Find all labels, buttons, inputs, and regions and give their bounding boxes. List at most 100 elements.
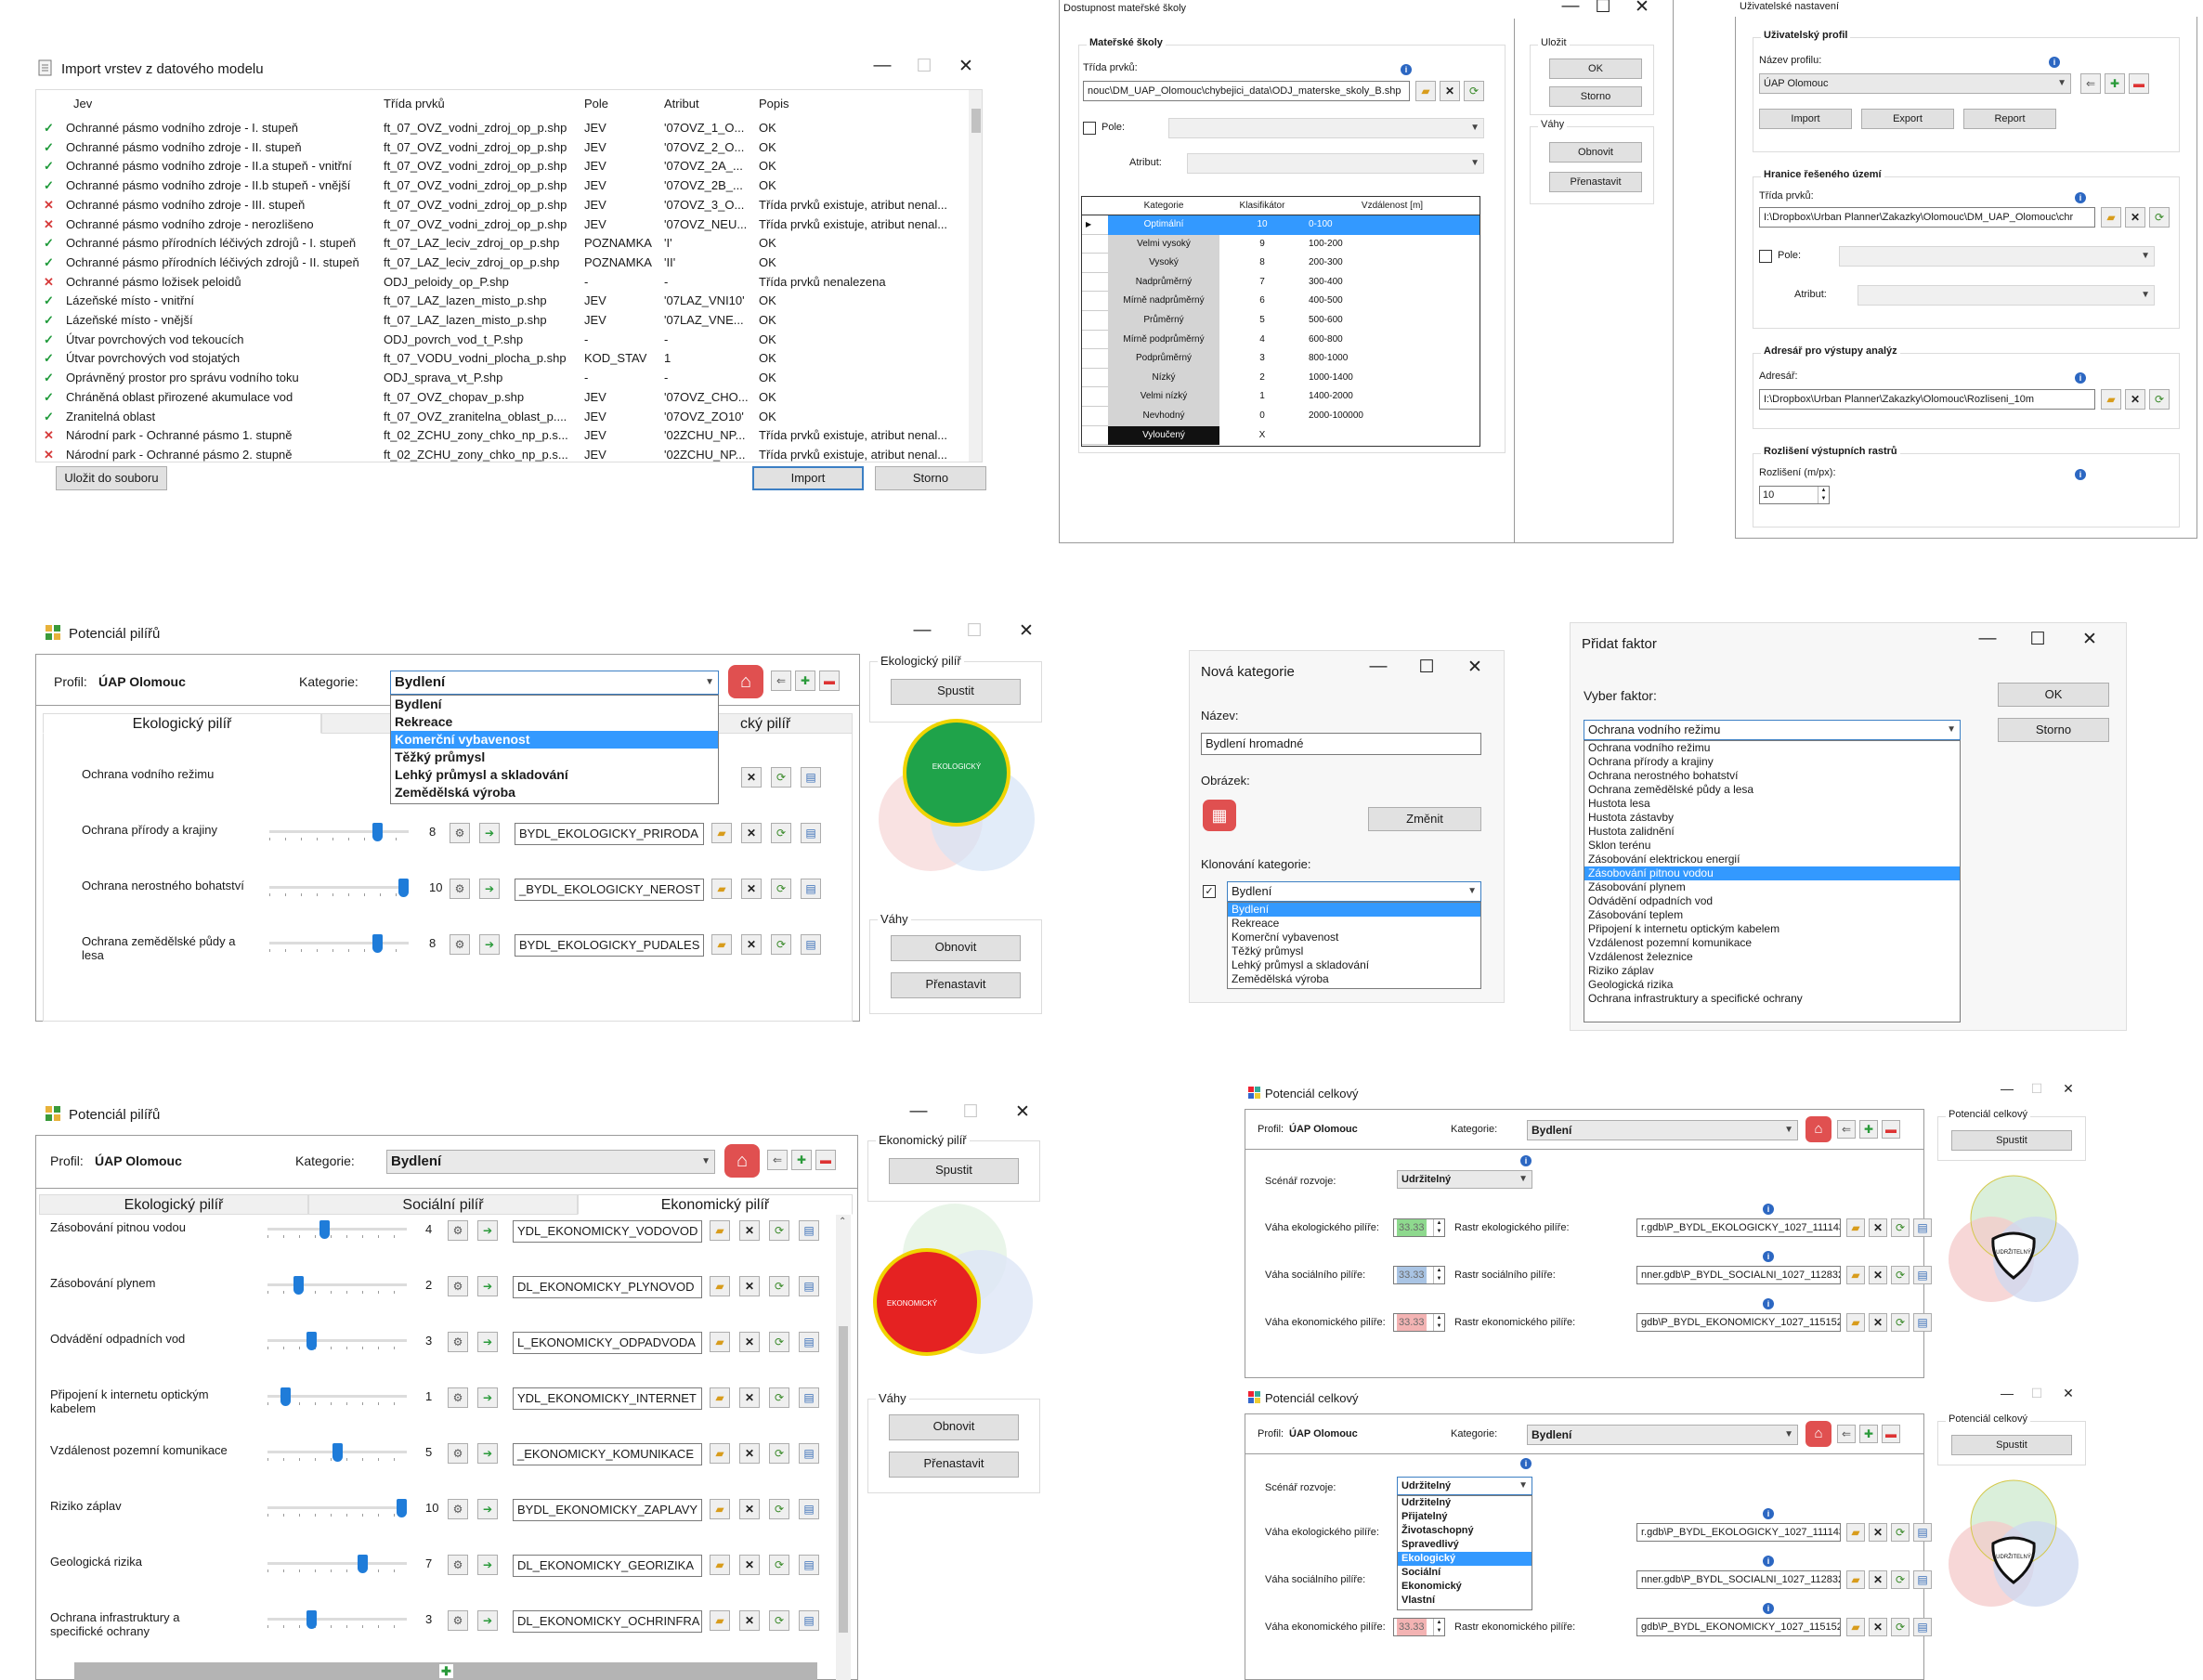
spustit-button[interactable]: Spustit: [1951, 1435, 2072, 1455]
folder-icon[interactable]: ▰: [1846, 1313, 1865, 1332]
minimize-icon[interactable]: —: [868, 56, 896, 76]
remove-icon[interactable]: ▬: [815, 1150, 836, 1170]
dropdown-option[interactable]: Lehký průmysl a skladování: [391, 766, 718, 784]
raster-input[interactable]: _EKONOMICKY_KOMUNIKACE: [513, 1443, 702, 1465]
dropdown-option[interactable]: Ochrana vodního režimu: [1584, 741, 1960, 755]
dropdown-option[interactable]: Sociální: [1398, 1566, 1532, 1580]
minimize-icon[interactable]: —: [1993, 1081, 2021, 1096]
weight-slider[interactable]: [267, 1555, 407, 1573]
dropdown-option[interactable]: Hustota lesa: [1584, 797, 1960, 811]
raster-input[interactable]: BYDL_EKONOMICKY_ZAPLAVY: [513, 1499, 702, 1521]
settings-icon[interactable]: ⚙: [448, 1332, 468, 1352]
raster-input[interactable]: r.gdb\P_BYDL_EKOLOGICKY_1027_111143: [1636, 1523, 1841, 1542]
spustit-button[interactable]: Spustit: [889, 1158, 1019, 1184]
document-icon[interactable]: ▤: [1913, 1523, 1932, 1542]
add-factor-icon[interactable]: ✚: [439, 1664, 453, 1678]
refresh-icon[interactable]: ⟳: [1891, 1523, 1910, 1542]
refresh-icon[interactable]: ⟳: [771, 879, 791, 899]
document-icon[interactable]: ▤: [1913, 1218, 1932, 1237]
spustit-button[interactable]: Spustit: [891, 679, 1021, 705]
save-to-file-button[interactable]: Uložit do souboru: [56, 466, 167, 490]
add-icon[interactable]: ✚: [791, 1150, 812, 1170]
cancel-button[interactable]: Storno: [875, 466, 986, 490]
settings-icon[interactable]: ⚙: [448, 1387, 468, 1408]
weight-slider[interactable]: [269, 823, 409, 841]
refresh-icon[interactable]: ⟳: [769, 1610, 789, 1631]
document-icon[interactable]: ▤: [801, 823, 821, 843]
house-icon[interactable]: ⌂: [724, 1144, 760, 1178]
run-arrow-icon[interactable]: ➔: [477, 1555, 498, 1575]
folder-icon[interactable]: ▰: [1846, 1570, 1865, 1589]
folder-icon[interactable]: ▰: [1846, 1618, 1865, 1636]
refresh-icon[interactable]: ⟳: [769, 1387, 789, 1408]
kategorie-select[interactable]: Bydlení ▼: [386, 1150, 715, 1174]
minimize-icon[interactable]: —: [1993, 1386, 2021, 1400]
refresh-icon[interactable]: ⟳: [1891, 1266, 1910, 1284]
table-row[interactable]: ✓ Lázeňské místo - vnější ft_07_LAZ_lazen_…: [36, 310, 965, 330]
table-row[interactable]: Nízký 2 1000-1400: [1082, 368, 1480, 388]
weight-slider[interactable]: [267, 1499, 407, 1517]
column-header[interactable]: Jev: [73, 94, 92, 113]
table-row[interactable]: ✓ Útvar povrchových vod stojatých ft_07_VO…: [36, 348, 965, 368]
table-row[interactable]: ✓ Chráněná oblast přirozené akumulace vod…: [36, 387, 965, 407]
table-row[interactable]: Mírně nadprůměrný 6 400-500: [1082, 292, 1480, 311]
add-icon[interactable]: ✚: [1859, 1425, 1878, 1443]
weight-slider[interactable]: [267, 1610, 407, 1629]
clear-icon[interactable]: ✕: [739, 1610, 760, 1631]
dropdown-option[interactable]: Zemědělská výroba: [1228, 972, 1480, 986]
weight-stepper[interactable]: 33.33 ▲ ▼: [1393, 1266, 1445, 1284]
house-icon[interactable]: ⌂: [1805, 1116, 1831, 1142]
dropdown-option[interactable]: Zásobování elektrickou energií: [1584, 853, 1960, 866]
table-row[interactable]: Nevhodný 0 2000-100000: [1082, 407, 1480, 426]
weight-slider[interactable]: [267, 1387, 407, 1406]
clear-icon[interactable]: ✕: [2125, 389, 2145, 410]
raster-input[interactable]: gdb\P_BYDL_EKONOMICKY_1027_115152: [1636, 1313, 1841, 1332]
folder-icon[interactable]: ▰: [2101, 207, 2121, 228]
table-row[interactable]: ✓ Ochranné pásmo přírodních léčivých zdro…: [36, 253, 965, 272]
remove-icon[interactable]: ▬: [2129, 73, 2149, 94]
run-arrow-icon[interactable]: ➔: [477, 1499, 498, 1519]
raster-input[interactable]: YDL_EKONOMICKY_VODOVOD: [513, 1220, 702, 1243]
tab-socialni[interactable]: Sociální pilíř: [308, 1194, 578, 1215]
refresh-icon[interactable]: ⟳: [1891, 1313, 1910, 1332]
cancel-button[interactable]: Storno: [1549, 86, 1642, 107]
run-arrow-icon[interactable]: ➔: [477, 1220, 498, 1241]
profile-select[interactable]: ÚAP Olomouc ▼: [1759, 73, 2071, 94]
table-row[interactable]: Velmi vysoký 9 100-200: [1082, 234, 1480, 254]
settings-icon[interactable]: ⚙: [448, 1443, 468, 1464]
settings-icon[interactable]: ⚙: [448, 1276, 468, 1296]
raster-input[interactable]: BYDL_EKOLOGICKY_PUDALES: [515, 934, 704, 957]
column-header[interactable]: Vzdálenost [m]: [1305, 197, 1480, 215]
rename-icon[interactable]: ⇐: [1837, 1425, 1856, 1443]
dropdown-option[interactable]: Těžký průmysl: [391, 749, 718, 766]
close-icon[interactable]: ✕: [1012, 620, 1040, 642]
run-arrow-icon[interactable]: ➔: [479, 934, 500, 955]
remove-icon[interactable]: ▬: [819, 671, 840, 691]
table-row[interactable]: ✕ Národní park - Ochranné pásmo 2. stupně…: [36, 445, 965, 462]
rename-icon[interactable]: ⇐: [1837, 1120, 1856, 1139]
klon-select[interactable]: Bydlení ▼: [1227, 881, 1481, 902]
settings-icon[interactable]: ⚙: [450, 823, 470, 843]
close-icon[interactable]: ✕: [1009, 1101, 1036, 1123]
clear-icon[interactable]: ✕: [739, 1499, 760, 1519]
document-icon[interactable]: ▤: [801, 879, 821, 899]
clear-icon[interactable]: ✕: [739, 1387, 760, 1408]
dropdown-option[interactable]: Odvádění odpadních vod: [1584, 894, 1960, 908]
run-arrow-icon[interactable]: ➔: [477, 1443, 498, 1464]
add-factor-bar[interactable]: ✚: [74, 1662, 817, 1680]
atribut-select[interactable]: ▼: [1858, 285, 2155, 306]
table-row[interactable]: ✓ Zranitelná oblast ft_07_OVZ_zranitelna_o…: [36, 407, 965, 426]
pole-checkbox[interactable]: [1083, 122, 1096, 135]
report-button[interactable]: Report: [1963, 109, 2056, 129]
clear-icon[interactable]: ✕: [741, 934, 762, 955]
column-header[interactable]: Atribut: [664, 94, 699, 113]
raster-input[interactable]: nner.gdb\P_BYDL_SOCIALNI_1027_112832: [1636, 1266, 1841, 1284]
add-icon[interactable]: ✚: [795, 671, 815, 691]
pole-select[interactable]: ▼: [1839, 246, 2155, 267]
raster-input[interactable]: _BYDL_EKOLOGICKY_NEROST: [515, 879, 704, 901]
column-header[interactable]: Kategorie: [1108, 197, 1219, 215]
weight-slider[interactable]: [267, 1332, 407, 1350]
add-icon[interactable]: ✚: [2105, 73, 2125, 94]
table-row[interactable]: Velmi nízký 1 1400-2000: [1082, 387, 1480, 407]
clear-icon[interactable]: ✕: [739, 1220, 760, 1241]
